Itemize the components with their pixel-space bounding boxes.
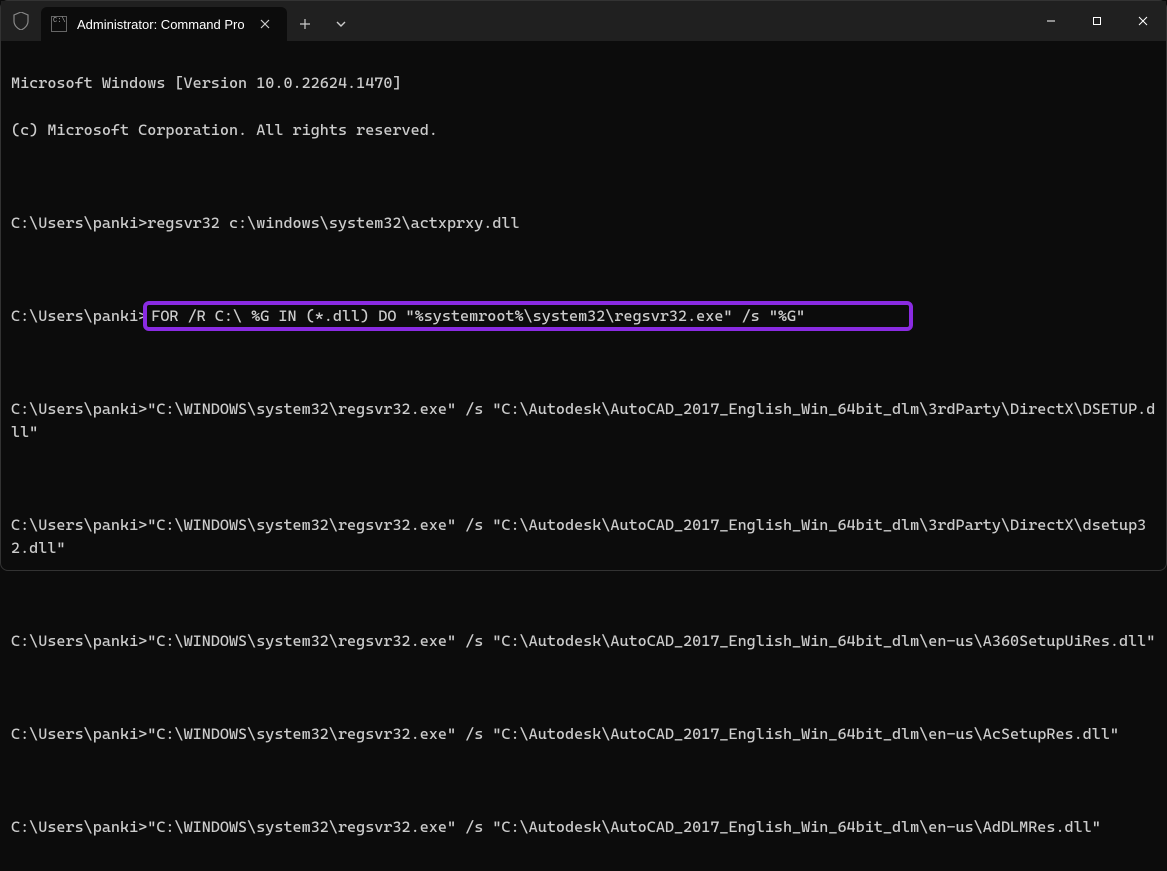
blank-line — [11, 468, 1156, 491]
close-icon — [260, 19, 270, 29]
blank-line — [11, 584, 1156, 607]
blank-line — [11, 165, 1156, 188]
command-line: C:\Users\panki>regsvr32 c:\windows\syste… — [11, 212, 1156, 235]
command-text: regsvr32 c:\windows\system32\actxprxy.dl… — [147, 214, 519, 232]
prompt: C:\Users\panki> — [11, 725, 147, 743]
blank-line — [11, 677, 1156, 700]
command-text: FOR /R C:\ %G IN (*.dll) DO "%systemroot… — [151, 307, 805, 325]
tab-active[interactable]: C:\ Administrator: Command Pro — [41, 7, 287, 41]
output-line: C:\Users\panki>"C:\WINDOWS\system32\regs… — [11, 514, 1156, 561]
app-shield-icon — [1, 1, 41, 41]
maximize-button[interactable] — [1074, 1, 1120, 41]
prompt: C:\Users\panki> — [11, 400, 147, 418]
highlighted-command-line: C:\Users\panki>FOR /R C:\ %G IN (*.dll) … — [11, 305, 1156, 328]
prompt: C:\Users\panki> — [11, 307, 147, 325]
prompt: C:\Users\panki> — [11, 632, 147, 650]
shield-icon — [13, 12, 29, 30]
titlebar: C:\ Administrator: Command Pro — [1, 1, 1166, 41]
output-line: C:\Users\panki>"C:\WINDOWS\system32\regs… — [11, 723, 1156, 746]
output-line: C:\Users\panki>"C:\WINDOWS\system32\regs… — [11, 816, 1156, 839]
output-line: C:\Users\panki>"C:\WINDOWS\system32\regs… — [11, 630, 1156, 653]
chevron-down-icon — [336, 21, 346, 27]
blank-line — [11, 770, 1156, 793]
prompt: C:\Users\panki> — [11, 516, 147, 534]
banner-line: Microsoft Windows [Version 10.0.22624.14… — [11, 72, 1156, 95]
blank-line — [11, 351, 1156, 374]
output-text: "C:\WINDOWS\system32\regsvr32.exe" /s "C… — [147, 632, 1155, 650]
minimize-button[interactable] — [1028, 1, 1074, 41]
cmd-icon: C:\ — [51, 16, 67, 32]
plus-icon — [299, 18, 311, 30]
tab-close-button[interactable] — [255, 14, 275, 34]
tab-dropdown-button[interactable] — [323, 7, 359, 41]
output-text: "C:\WINDOWS\system32\regsvr32.exe" /s "C… — [11, 516, 1146, 557]
output-line: C:\Users\panki>"C:\WINDOWS\system32\regs… — [11, 398, 1156, 445]
titlebar-drag-area[interactable] — [359, 1, 1028, 41]
close-button[interactable] — [1120, 1, 1166, 41]
new-tab-button[interactable] — [287, 7, 323, 41]
prompt: C:\Users\panki> — [11, 818, 147, 836]
minimize-icon — [1046, 16, 1056, 26]
tab-title: Administrator: Command Pro — [77, 17, 245, 32]
terminal-output[interactable]: Microsoft Windows [Version 10.0.22624.14… — [1, 41, 1166, 871]
prompt: C:\Users\panki> — [11, 214, 147, 232]
window-controls — [1028, 1, 1166, 41]
highlight-annotation: FOR /R C:\ %G IN (*.dll) DO "%systemroot… — [143, 301, 913, 331]
blank-line — [11, 258, 1156, 281]
output-text: "C:\WINDOWS\system32\regsvr32.exe" /s "C… — [147, 818, 1101, 836]
banner-line: (c) Microsoft Corporation. All rights re… — [11, 119, 1156, 142]
maximize-icon — [1092, 16, 1102, 26]
output-text: "C:\WINDOWS\system32\regsvr32.exe" /s "C… — [11, 400, 1155, 441]
output-text: "C:\WINDOWS\system32\regsvr32.exe" /s "C… — [147, 725, 1119, 743]
close-icon — [1138, 16, 1148, 26]
